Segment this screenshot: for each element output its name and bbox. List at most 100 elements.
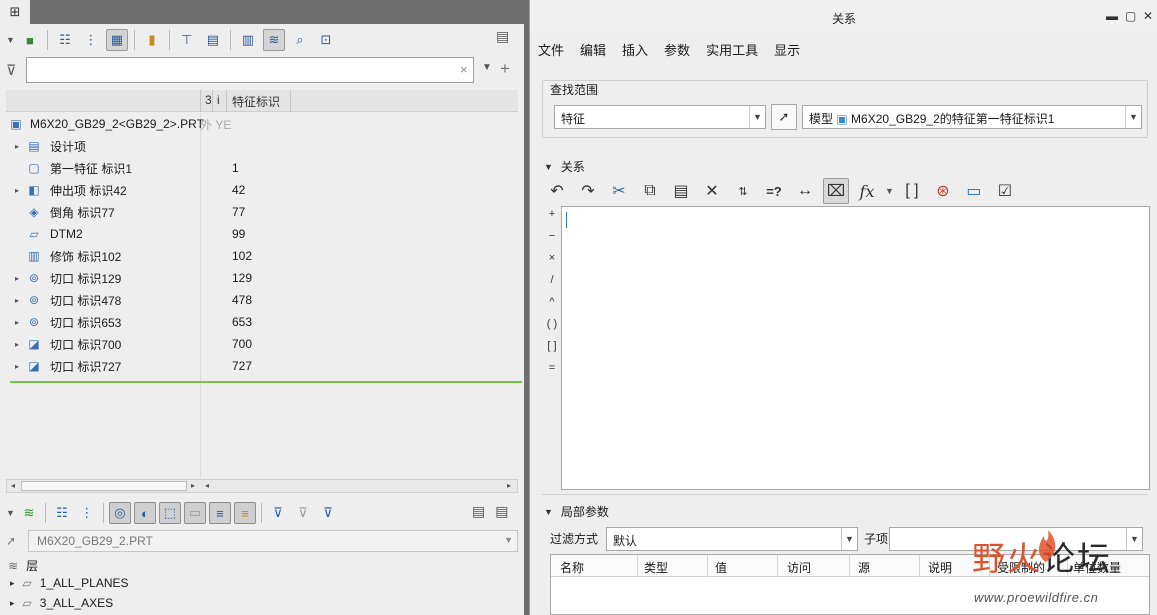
expand-icon[interactable]: ▸ [12, 340, 22, 349]
function-dropdown-icon[interactable]: ▼ [885, 186, 894, 196]
minimize-icon[interactable]: ▬ [1106, 9, 1118, 23]
layer-isolate-icon[interactable]: ⬚ [158, 502, 181, 524]
insert-here-marker[interactable] [10, 381, 522, 383]
expand-icon[interactable]: ▸ [12, 362, 22, 371]
tree-settings-icon[interactable]: ▦ [105, 29, 128, 51]
expand-icon[interactable]: ▸ [12, 186, 22, 195]
column-divider[interactable] [200, 90, 201, 112]
operator-brackets[interactable]: [ ] [544, 340, 560, 352]
column-divider[interactable] [707, 555, 708, 577]
show-dimension-icon[interactable]: ⌧ [823, 178, 849, 204]
tree-item[interactable]: ▸ ◧ 伸出项 标识42 42 [6, 179, 518, 201]
menu-display[interactable]: 显示 [774, 40, 800, 59]
pick-target-button[interactable]: ➚ [771, 104, 797, 130]
operator-plus[interactable]: + [544, 208, 560, 220]
menu-file[interactable]: 文件 [538, 40, 564, 59]
sort-icon[interactable]: ⇅ [730, 178, 756, 204]
column-divider[interactable] [290, 90, 291, 112]
layer-blank-icon[interactable]: ▭ [183, 502, 206, 524]
operator-parentheses[interactable]: ( ) [544, 318, 560, 330]
tree-columns-icon[interactable]: ⊤ [176, 29, 198, 51]
delete-icon[interactable]: ✕ [699, 178, 725, 204]
collapse-icon[interactable]: ▼ [544, 162, 553, 172]
operator-multiply[interactable]: × [544, 252, 560, 264]
expand-icon[interactable]: ▸ [12, 296, 22, 305]
menu-parameters[interactable]: 参数 [664, 40, 690, 59]
layer-tree-icon[interactable]: ≋ [18, 502, 40, 524]
layer-show-icon[interactable]: ◎ [108, 502, 131, 524]
operator-minus[interactable]: − [544, 230, 560, 242]
scroll-left-icon[interactable]: ◂ [201, 480, 213, 492]
check-icon[interactable]: ☑ [992, 178, 1018, 204]
evaluate-icon[interactable]: =? [761, 178, 787, 204]
expand-icon[interactable]: ▸ [10, 598, 15, 609]
tree-item[interactable]: ◈ 倒角 标识77 77 [6, 201, 518, 223]
cut-icon[interactable]: ✂ [606, 178, 632, 204]
function-icon[interactable]: fx [854, 178, 880, 204]
layer-stack-icon[interactable]: ≡ [208, 502, 231, 524]
undo-icon[interactable]: ↶ [544, 178, 570, 204]
show-dropdown-icon[interactable]: ▼ [6, 35, 15, 45]
tree-item[interactable]: ▸ ⊚ 切口 标识478 478 [6, 289, 518, 311]
filter-dropdown-icon[interactable]: ▼ [482, 62, 492, 73]
scrollbar-thumb[interactable] [21, 481, 187, 491]
collapse-icon[interactable]: ▼ [544, 507, 553, 517]
tree-item[interactable]: ▱ DTM2 99 [6, 223, 518, 245]
search-tree-icon[interactable]: ⌕ [289, 29, 311, 51]
column-header-feature-id[interactable]: 特征标识 [232, 93, 280, 110]
column-header-type[interactable]: 类型 [644, 559, 668, 576]
paste-icon[interactable]: ▤ [668, 178, 694, 204]
horizontal-scrollbar[interactable]: ◂ ▸ ◂ ▸ [6, 479, 518, 493]
local-params-section-header[interactable]: ▼ 局部参数 [544, 503, 609, 520]
column-header-source[interactable]: 源 [858, 559, 870, 576]
column-header-access[interactable]: 访问 [787, 559, 811, 576]
layer-item[interactable]: ▸ ▱ 3_ALL_AXES [10, 596, 113, 610]
select-arrow-icon[interactable]: ➚ [6, 534, 28, 548]
column-header-description[interactable]: 说明 [928, 559, 952, 576]
layer-filters-icon[interactable]: ☷ [51, 502, 73, 524]
column-header-value[interactable]: 值 [715, 559, 727, 576]
scroll-right-icon[interactable]: ▸ [503, 480, 515, 492]
redo-icon[interactable]: ↷ [575, 178, 601, 204]
column-divider[interactable] [637, 555, 638, 577]
tree-filter-input[interactable] [26, 57, 474, 83]
layer-columns-icon[interactable]: ⋮ [76, 502, 98, 524]
menu-utilities[interactable]: 实用工具 [706, 40, 758, 59]
scroll-left-icon[interactable]: ◂ [7, 480, 19, 492]
relations-editor[interactable] [561, 206, 1150, 490]
maximize-icon[interactable]: ▢ [1125, 9, 1136, 23]
add-filter-icon[interactable]: + [500, 59, 510, 79]
layer-filter-edit-icon[interactable]: ⊽ [317, 502, 339, 524]
table-icon[interactable]: ▤ [202, 29, 224, 51]
column-divider[interactable] [919, 555, 920, 577]
show-icon[interactable]: ■ [19, 29, 41, 51]
dimension-icon[interactable]: ↔ [792, 178, 818, 204]
structure-icon[interactable]: ⊡ [315, 29, 337, 51]
column-divider[interactable] [777, 555, 778, 577]
column-header-i[interactable]: i [217, 93, 220, 107]
operator-divide[interactable]: / [544, 274, 560, 286]
tree-item[interactable]: ▸ ◪ 切口 标识727 727 [6, 355, 518, 377]
filter-mode-select[interactable]: 默认 ▼ [606, 527, 858, 551]
column-header-name[interactable]: 名称 [560, 559, 584, 576]
operator-equals[interactable]: = [544, 362, 560, 374]
menu-edit[interactable]: 编辑 [580, 40, 606, 59]
tree-item[interactable]: ▢ 第一特征 标识1 1 [6, 157, 518, 179]
units-icon[interactable]: ▭ [961, 178, 987, 204]
active-layer-model[interactable]: M6X20_GB29_2.PRT ▼ [28, 530, 518, 552]
tree-item[interactable]: ▸ ⊚ 切口 标识653 653 [6, 311, 518, 333]
layers-icon[interactable]: ≋ [262, 29, 285, 51]
tree-item[interactable]: ▸ ▤ 设计项 [6, 135, 518, 157]
layer-item[interactable]: ▸ ▱ 1_ALL_PLANES [10, 576, 129, 590]
expand-icon[interactable]: ▸ [10, 578, 15, 589]
tree-root[interactable]: ▣ M6X20_GB29_2<GB29_2>.PRT 外 YE [6, 113, 518, 135]
expand-icon[interactable]: ▸ [12, 274, 22, 283]
layer-filter-icon[interactable]: ⊽ [267, 502, 289, 524]
column-header-3[interactable]: 3 [205, 93, 212, 107]
tree-item[interactable]: ▥ 修饰 标识102 102 [6, 245, 518, 267]
operator-power[interactable]: ^ [544, 296, 560, 308]
verify-icon[interactable]: ⊛ [930, 178, 956, 204]
braces-icon[interactable]: [ ] [899, 178, 925, 204]
layer-filter-off-icon[interactable]: ⊽ [292, 502, 314, 524]
scope-target-select[interactable]: 模型 ▣ M6X20_GB29_2的特征第一特征标识1 ▼ [802, 105, 1142, 129]
